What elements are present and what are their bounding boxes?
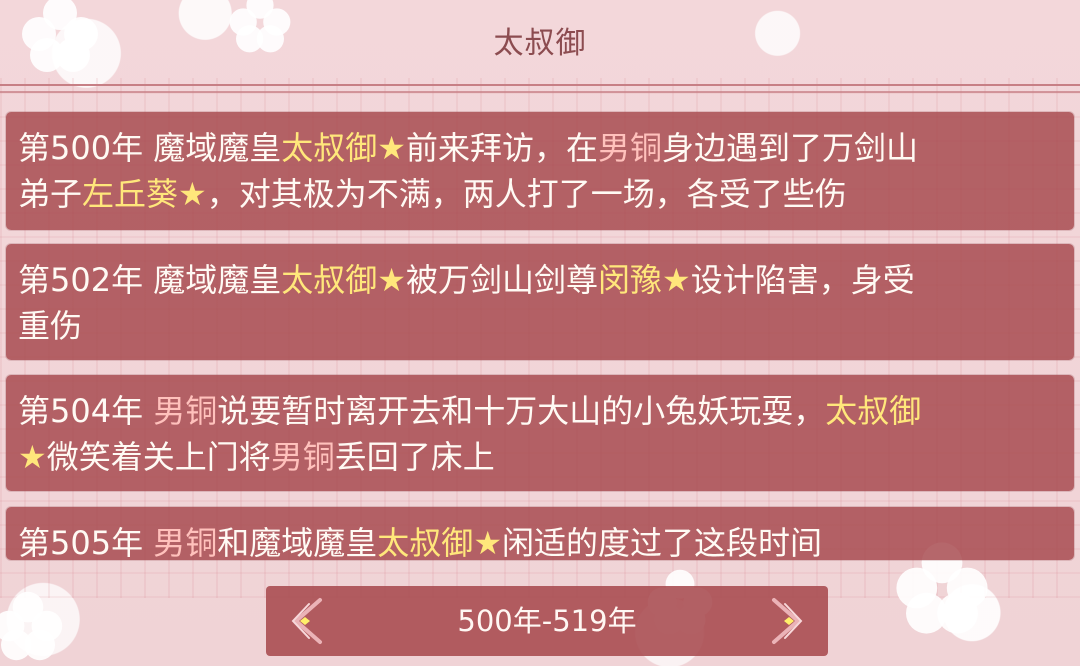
- event-text: 闲适的度过了这段时间: [502, 524, 823, 560]
- character-name[interactable]: 闵豫: [598, 261, 662, 299]
- event-line: 第500年 魔域魔皇太叔御★前来拜访，在男铜身边遇到了万剑山: [18, 125, 1062, 171]
- event-text: 第502年 魔域魔皇: [18, 261, 282, 299]
- event-line: 第504年 男铜说要暂时离开去和十万大山的小兔妖玩耍，太叔御: [18, 388, 1062, 434]
- character-name[interactable]: 男铜: [271, 438, 335, 476]
- event-text: 和魔域魔皇: [217, 524, 378, 560]
- event-text: 前来拜访，在: [405, 129, 598, 167]
- event-text: 被万剑山剑尊: [405, 261, 598, 299]
- event-text: 弟子: [18, 175, 83, 213]
- event-text: 丢回了床上: [334, 438, 495, 476]
- star-icon: ★: [662, 261, 691, 299]
- event-entry: 第502年 魔域魔皇太叔御★被万剑山剑尊闵豫★设计陷害，身受 重伤: [6, 244, 1074, 360]
- event-line: ★微笑着关上门将男铜丢回了床上: [18, 434, 1062, 480]
- event-text: ，对其极为不满，两人打了一场，各受了些伤: [206, 175, 847, 213]
- character-name[interactable]: 太叔御: [377, 524, 473, 560]
- star-icon: ★: [178, 175, 207, 213]
- event-line: 重伤: [18, 303, 1062, 349]
- page-title: 太叔御: [493, 26, 587, 61]
- year-range-pager[interactable]: 500年-519年: [266, 586, 828, 656]
- event-line: 第502年 魔域魔皇太叔御★被万剑山剑尊闵豫★设计陷害，身受: [18, 257, 1062, 303]
- event-text: 说要暂时离开去和十万大山的小兔妖玩耍，: [217, 392, 826, 430]
- event-line: 弟子左丘葵★，对其极为不满，两人打了一场，各受了些伤: [18, 171, 1062, 217]
- character-name[interactable]: 男铜: [598, 129, 662, 167]
- character-name[interactable]: 太叔御: [281, 129, 377, 167]
- event-entry: 第500年 魔域魔皇太叔御★前来拜访，在男铜身边遇到了万剑山 弟子左丘葵★，对其…: [6, 112, 1074, 230]
- star-icon: ★: [377, 261, 406, 299]
- event-text: 第505年: [18, 524, 154, 560]
- ornate-arrow-right-icon[interactable]: [760, 586, 818, 656]
- star-icon: ★: [377, 129, 406, 167]
- character-name[interactable]: 男铜: [153, 392, 217, 430]
- event-text: 重伤: [18, 307, 83, 345]
- character-name[interactable]: 太叔御: [825, 392, 921, 430]
- event-entry: 第504年 男铜说要暂时离开去和十万大山的小兔妖玩耍，太叔御 ★微笑着关上门将男…: [6, 375, 1074, 491]
- year-range-label: 500年-519年: [457, 604, 637, 638]
- character-name[interactable]: 左丘葵: [82, 175, 178, 213]
- title-divider-secondary: [0, 91, 1080, 93]
- event-entry: 第505年 男铜和魔域魔皇太叔御★闲适的度过了这段时间: [6, 507, 1074, 560]
- character-name[interactable]: 男铜: [153, 524, 217, 560]
- star-icon: ★: [473, 524, 502, 560]
- title-divider: [0, 84, 1080, 86]
- star-icon: ★: [18, 438, 47, 476]
- background-flower-bottom-left: [0, 590, 64, 662]
- event-text: 第500年 魔域魔皇: [18, 129, 282, 167]
- event-text: 设计陷害，身受: [690, 261, 915, 299]
- event-text: 微笑着关上门将: [46, 438, 271, 476]
- event-text: 身边遇到了万剑山: [662, 129, 919, 167]
- character-name[interactable]: 太叔御: [281, 261, 377, 299]
- event-text: 第504年: [18, 392, 154, 430]
- event-line: 第505年 男铜和魔域魔皇太叔御★闲适的度过了这段时间: [18, 520, 1062, 560]
